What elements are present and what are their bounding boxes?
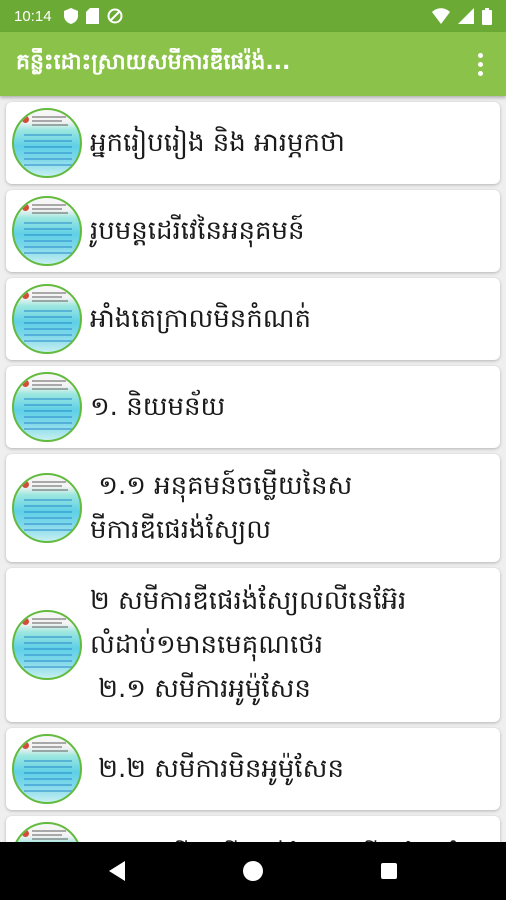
list-item[interactable]: ២ សមីការឌីផេរង់ស្យែលលីនេអ៊ែរលំដាប់១មានមេ…: [6, 568, 500, 722]
topic-list[interactable]: អ្នករៀបរៀង និង អារម្ភកថារូបមន្តដេរីវេនៃអ…: [0, 96, 506, 842]
item-label: ១.១ អនុគមន៍ចម្លើយនៃសមីការឌីផេរង់ស្យែល: [90, 471, 353, 545]
list-item[interactable]: អ្នករៀបរៀង និង អារម្ភកថា: [6, 102, 500, 184]
item-thumbnail: [12, 822, 82, 842]
status-bar: 10:14: [0, 0, 506, 32]
item-label: ២.៣ សមីការឌីផេរង់ស្យែលលីនេអ៊ែរលំ: [90, 835, 462, 842]
list-item[interactable]: ១. និយមន័យ: [6, 366, 500, 448]
app-bar: គន្លឹះដោះស្រាយសមីការឌីផេរ៉ង់...: [0, 32, 506, 96]
battery-icon: [482, 7, 492, 25]
item-thumbnail: [12, 284, 82, 354]
app-title: គន្លឹះដោះស្រាយសមីការឌីផេរ៉ង់...: [16, 50, 291, 75]
navigation-bar: [0, 842, 506, 900]
item-thumbnail: [12, 196, 82, 266]
item-thumbnail: [12, 610, 82, 680]
status-time: 10:14: [14, 7, 52, 25]
list-item[interactable]: រូបមន្តដេរីវេនៃអនុគមន៍: [6, 190, 500, 272]
list-item[interactable]: អាំងតេក្រាលមិនកំណត់: [6, 278, 500, 360]
home-icon[interactable]: [243, 861, 263, 881]
list-item[interactable]: ២.២ សមីការមិនអូម៉ូសែន: [6, 728, 500, 810]
shield-icon: [63, 8, 78, 24]
item-label: អ្នករៀបរៀង និង អារម្ភកថា: [90, 128, 345, 158]
item-thumbnail: [12, 108, 82, 178]
list-item[interactable]: ១.១ អនុគមន៍ចម្លើយនៃសមីការឌីផេរង់ស្យែល: [6, 454, 500, 562]
item-label: អាំងតេក្រាលមិនកំណត់: [90, 304, 312, 334]
cellular-icon: [458, 8, 474, 24]
wifi-icon: [432, 8, 450, 24]
item-thumbnail: [12, 372, 82, 442]
list-item[interactable]: ២.៣ សមីការឌីផេរង់ស្យែលលីនេអ៊ែរលំ: [6, 816, 500, 842]
item-label: ២.២ សមីការមិនអូម៉ូសែន: [90, 754, 344, 784]
back-icon[interactable]: [109, 861, 125, 881]
recents-icon[interactable]: [381, 863, 397, 879]
item-thumbnail: [12, 473, 82, 543]
item-label: រូបមន្តដេរីវេនៃអនុគមន៍: [90, 216, 305, 246]
sd-card-icon: [85, 8, 99, 24]
item-thumbnail: [12, 734, 82, 804]
no-sim-icon: [107, 8, 123, 24]
item-label: ១. និយមន័យ: [90, 392, 226, 422]
more-vert-icon[interactable]: [468, 44, 492, 84]
item-label: ២ សមីការឌីផេរង់ស្យែលលីនេអ៊ែរលំដាប់១មានមេ…: [90, 586, 407, 704]
